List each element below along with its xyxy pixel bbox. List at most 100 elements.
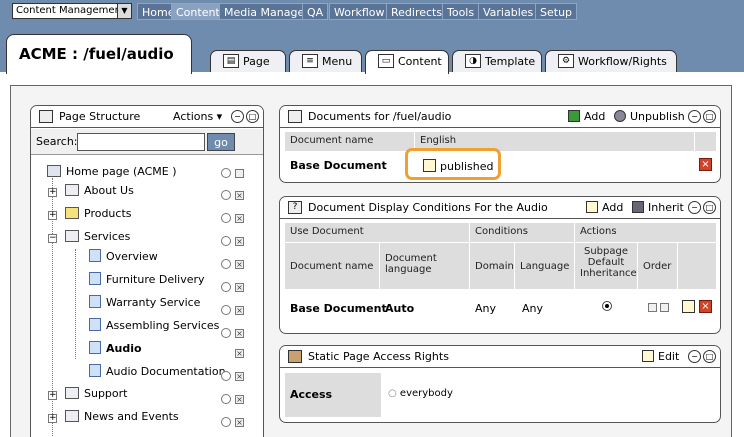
tree-checkbox[interactable]: × xyxy=(235,418,244,427)
chevron-down-icon[interactable]: ▼ xyxy=(117,4,131,18)
go-button[interactable]: go xyxy=(207,133,235,151)
search-input[interactable] xyxy=(77,133,205,151)
tree-label: Support xyxy=(84,387,128,400)
tree-radio[interactable] xyxy=(221,190,231,200)
tree-item-home[interactable]: Home page (ACME ) xyxy=(47,165,176,179)
unpublish-button[interactable]: Unpublish xyxy=(614,106,685,128)
edit-icon[interactable] xyxy=(682,300,695,313)
tree-radio[interactable] xyxy=(221,213,231,223)
menu-tools[interactable]: Tools xyxy=(442,3,480,20)
tree-radio[interactable] xyxy=(221,282,231,292)
tree-checkbox[interactable]: × xyxy=(235,349,244,358)
tree-item-products[interactable]: Products xyxy=(65,207,132,221)
menu-variables[interactable]: Variables xyxy=(478,3,539,20)
bullet-icon: ○ xyxy=(388,388,397,399)
minimize-icon[interactable]: − xyxy=(688,110,701,123)
tree-item-audio[interactable]: Audio xyxy=(89,341,142,356)
tree-item-warranty-service[interactable]: Warranty Service xyxy=(89,295,200,310)
inheritance-radio[interactable] xyxy=(602,301,612,311)
app-select[interactable]: Content Managemen ▼ xyxy=(12,3,132,19)
access-rights-header: Static Page Access Rights Edit − □ xyxy=(280,346,720,368)
tab-menu[interactable]: ≡ Menu xyxy=(289,50,362,72)
menu-media-manager[interactable]: Media Manager xyxy=(219,3,314,20)
tree-radio[interactable] xyxy=(221,394,231,404)
menu-setup[interactable]: Setup xyxy=(535,3,578,20)
tree-radio[interactable] xyxy=(221,305,231,315)
page-icon xyxy=(89,295,101,308)
order-up-checkbox[interactable] xyxy=(648,303,657,312)
app-select-value: Content Managemen xyxy=(16,5,121,16)
tree-radio[interactable] xyxy=(221,417,231,427)
tree-checkbox[interactable]: × xyxy=(235,191,244,200)
home-icon xyxy=(47,165,61,177)
tree-item-news-events[interactable]: News and Events xyxy=(65,410,179,424)
tree-item-services[interactable]: Services xyxy=(65,230,130,244)
tree-radio[interactable] xyxy=(221,236,231,246)
expand-icon[interactable]: + xyxy=(48,188,57,197)
expand-icon[interactable]: + xyxy=(48,211,57,220)
edit-icon xyxy=(586,201,598,213)
minimize-icon[interactable]: − xyxy=(688,350,701,363)
menu-qa[interactable]: QA xyxy=(302,3,329,20)
actions-menu[interactable]: Actions ▾ xyxy=(173,106,222,128)
order-down-checkbox[interactable] xyxy=(660,303,669,312)
tree-checkbox[interactable]: × xyxy=(235,395,244,404)
menu-content[interactable]: Content xyxy=(171,3,225,20)
tab-template[interactable]: ◑ Template xyxy=(452,50,542,72)
tree-item-audio-documentation[interactable]: Audio Documentation xyxy=(89,364,226,379)
tree-radio[interactable] xyxy=(221,371,231,381)
page-icon: ▤ xyxy=(223,54,239,68)
top-menu-bar: Content Managemen ▼ Home Content Media Ma… xyxy=(0,0,744,22)
access-groups-label: Access groups: xyxy=(285,373,381,417)
tree-checkbox[interactable]: × xyxy=(235,237,244,246)
tab-workflow-rights[interactable]: ⚙ Workflow/Rights xyxy=(545,50,677,72)
tree-radio[interactable] xyxy=(221,328,231,338)
expand-icon[interactable]: + xyxy=(48,391,57,400)
restore-icon[interactable]: □ xyxy=(246,110,259,123)
tree-checkbox[interactable]: × xyxy=(235,329,244,338)
tree-label: Home page (ACME ) xyxy=(66,165,177,178)
delete-icon[interactable]: × xyxy=(699,158,712,171)
page-structure-title: Page Structure xyxy=(59,110,141,123)
documents-panel: Documents for /fuel/audio Add Unpublish … xyxy=(279,105,721,183)
tree-item-about-us[interactable]: About Us xyxy=(65,184,134,198)
menu-workflow[interactable]: Workflow xyxy=(329,3,390,20)
add-label: Add xyxy=(584,110,606,123)
published-status[interactable]: published xyxy=(418,156,499,176)
add-document-button[interactable]: Add xyxy=(568,106,605,128)
tree-item-assembling-services[interactable]: Assembling Services xyxy=(89,318,219,333)
page-icon xyxy=(89,341,101,354)
tree-item-support[interactable]: Support xyxy=(65,387,127,401)
tab-page[interactable]: ▤ Page xyxy=(210,50,286,72)
tab-content[interactable]: ▭ Content xyxy=(365,50,449,74)
minimize-icon[interactable]: − xyxy=(688,201,701,214)
restore-icon[interactable]: □ xyxy=(703,110,716,123)
folder-link-icon xyxy=(65,410,79,422)
tree-checkbox[interactable]: × xyxy=(235,372,244,381)
condition-domain: Any xyxy=(475,302,497,315)
tree-item-furniture-delivery[interactable]: Furniture Delivery xyxy=(89,272,205,287)
tree-checkbox[interactable]: × xyxy=(235,214,244,223)
restore-icon[interactable]: □ xyxy=(703,350,716,363)
menu-redirects[interactable]: Redirects xyxy=(386,3,448,20)
tree-radio[interactable] xyxy=(221,168,231,178)
delete-icon[interactable]: × xyxy=(699,300,712,313)
collapse-icon[interactable]: − xyxy=(48,234,57,243)
minimize-icon[interactable]: − xyxy=(231,110,244,123)
inherit-button[interactable]: Inherit xyxy=(632,197,684,219)
tree-checkbox[interactable]: × xyxy=(235,283,244,292)
expand-icon[interactable]: + xyxy=(48,414,57,423)
tree-checkbox[interactable]: × xyxy=(235,260,244,269)
edit-document-icon xyxy=(423,159,436,172)
workflow-icon: ⚙ xyxy=(558,54,574,68)
tree-checkbox[interactable] xyxy=(235,169,244,178)
col-empty xyxy=(678,243,717,290)
tree-radio[interactable] xyxy=(221,259,231,269)
tree-checkbox[interactable]: × xyxy=(235,306,244,315)
add-condition-button[interactable]: Add xyxy=(586,197,623,219)
restore-icon[interactable]: □ xyxy=(703,201,716,214)
col-use-document: Use Document xyxy=(285,223,470,243)
tree-item-overview[interactable]: Overview xyxy=(89,249,158,264)
search-row: Search: go xyxy=(31,129,263,155)
edit-access-button[interactable]: Edit xyxy=(642,346,679,368)
